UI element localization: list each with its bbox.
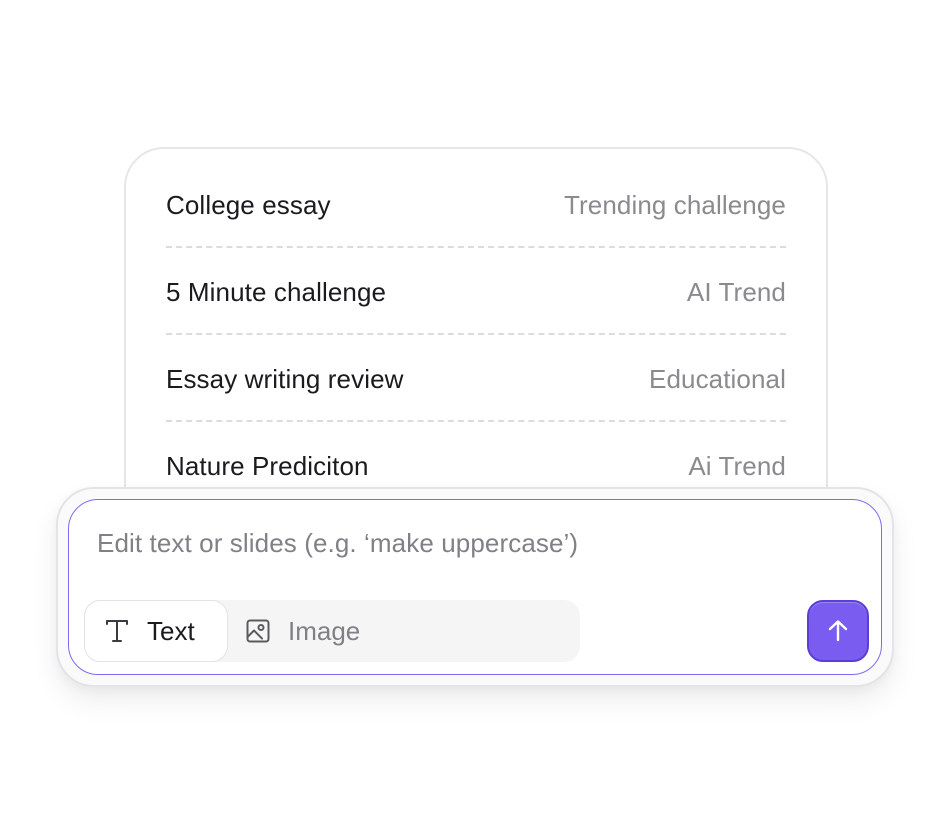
list-item-title: Nature Prediciton xyxy=(166,450,369,481)
stage: College essay Trending challenge 5 Minut… xyxy=(0,0,948,819)
list-item-tag: AI Trend xyxy=(686,276,786,307)
list-item-title: College essay xyxy=(166,189,331,220)
prompt-panel: Edit text or slides (e.g. ‘make uppercas… xyxy=(56,487,894,687)
list-item[interactable]: Essay writing review Educational xyxy=(166,364,786,394)
suggestion-list-card: College essay Trending challenge 5 Minut… xyxy=(124,147,828,527)
image-mode-label: Image xyxy=(288,615,361,646)
mode-selector: Text Image xyxy=(84,600,580,662)
list-item-tag: Educational xyxy=(649,363,786,394)
divider xyxy=(166,333,786,335)
list-item-title: Essay writing review xyxy=(166,363,404,394)
image-icon xyxy=(244,617,272,645)
list-item[interactable]: Nature Prediciton Ai Trend xyxy=(166,451,786,481)
prompt-input-box[interactable]: Edit text or slides (e.g. ‘make uppercas… xyxy=(68,499,882,675)
text-type-icon xyxy=(103,617,131,645)
prompt-input[interactable]: Edit text or slides (e.g. ‘make uppercas… xyxy=(97,528,578,559)
text-mode-button[interactable]: Text xyxy=(84,600,228,662)
arrow-up-icon xyxy=(824,617,852,645)
text-mode-label: Text xyxy=(147,615,195,646)
image-mode-button[interactable]: Image xyxy=(244,600,444,662)
list-item-title: 5 Minute challenge xyxy=(166,276,387,307)
list-item-tag: Trending challenge xyxy=(564,189,786,220)
send-button[interactable] xyxy=(807,600,869,662)
list-item[interactable]: 5 Minute challenge AI Trend xyxy=(166,277,786,307)
divider xyxy=(166,246,786,248)
list-item[interactable]: College essay Trending challenge xyxy=(166,190,786,220)
list-item-tag: Ai Trend xyxy=(688,450,786,481)
divider xyxy=(166,420,786,422)
